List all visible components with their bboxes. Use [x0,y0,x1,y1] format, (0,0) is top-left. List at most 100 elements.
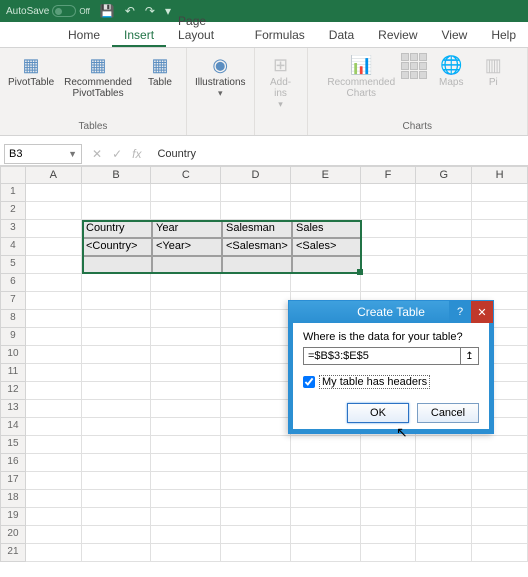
cell[interactable] [26,436,82,454]
row-header[interactable]: 18 [0,490,26,508]
col-header[interactable]: G [416,166,472,184]
cell[interactable] [82,400,152,418]
cell[interactable] [472,508,528,526]
range-selector-button[interactable]: ↥ [461,347,479,365]
cell[interactable] [472,454,528,472]
cell[interactable] [26,526,82,544]
ok-button[interactable]: OK [347,403,409,423]
cell[interactable] [151,400,221,418]
illustrations-button[interactable]: ◉ Illustrations ▾ [191,51,250,101]
cell[interactable] [151,508,221,526]
cell[interactable] [151,184,221,202]
row-header[interactable]: 10 [0,346,26,364]
cell[interactable] [472,184,528,202]
cell[interactable] [26,364,82,382]
chart-type-grid[interactable] [401,51,427,101]
addins-button[interactable]: ⊞ Add- ins ▾ [259,51,303,112]
cell[interactable] [472,472,528,490]
cell[interactable] [361,526,417,544]
cell[interactable] [26,310,82,328]
cell[interactable] [472,274,528,292]
cell[interactable] [416,436,472,454]
cell[interactable] [221,526,291,544]
cell[interactable] [82,364,152,382]
cell[interactable] [26,184,82,202]
cell[interactable] [472,490,528,508]
cell[interactable] [221,328,291,346]
cell[interactable] [151,364,221,382]
cell[interactable] [151,274,221,292]
cell[interactable] [221,508,291,526]
table-button[interactable]: ▦ Table [138,51,182,101]
cell[interactable] [291,472,361,490]
cell[interactable] [361,544,417,562]
cell[interactable] [416,184,472,202]
cell[interactable] [416,508,472,526]
cell[interactable] [291,508,361,526]
cell[interactable] [416,472,472,490]
undo-icon[interactable]: ↶ [125,4,135,18]
cell[interactable] [82,418,152,436]
name-box[interactable]: B3 ▼ [4,144,82,164]
cell[interactable] [26,274,82,292]
tab-data[interactable]: Data [317,24,366,47]
table-cell[interactable] [292,256,362,274]
autosave-toggle[interactable]: AutoSave Off [6,5,90,17]
row-header[interactable]: 15 [0,436,26,454]
cell[interactable] [416,274,472,292]
cell[interactable] [472,256,528,274]
cell[interactable] [151,292,221,310]
cell[interactable] [82,202,152,220]
cell[interactable] [361,202,417,220]
row-header[interactable]: 2 [0,202,26,220]
cell[interactable] [361,508,417,526]
cell[interactable] [221,544,291,562]
cell[interactable] [291,526,361,544]
row-header[interactable]: 20 [0,526,26,544]
cell[interactable] [26,400,82,418]
cell[interactable] [291,490,361,508]
cell[interactable] [416,238,472,256]
col-header[interactable]: A [26,166,82,184]
cell[interactable] [416,220,472,238]
cancel-button[interactable]: Cancel [417,403,479,423]
col-header[interactable]: B [82,166,152,184]
cell[interactable] [221,490,291,508]
pivotchart-button[interactable]: ▥ Pi [475,51,511,101]
cell[interactable] [26,382,82,400]
tab-page-layout[interactable]: Page Layout [166,10,243,47]
cell[interactable] [82,508,152,526]
cell[interactable] [151,544,221,562]
cell[interactable] [26,454,82,472]
cell[interactable] [221,418,291,436]
cell[interactable] [151,418,221,436]
row-header[interactable]: 5 [0,256,26,274]
table-header[interactable]: Country [82,220,152,238]
cell[interactable] [221,364,291,382]
cell[interactable] [221,292,291,310]
tab-review[interactable]: Review [366,24,429,47]
recommended-pivottables-button[interactable]: ▦ Recommended PivotTables [60,51,136,101]
cell[interactable] [82,454,152,472]
col-header[interactable]: F [361,166,417,184]
cell[interactable] [361,454,417,472]
row-header[interactable]: 13 [0,400,26,418]
enter-formula-icon[interactable]: ✓ [112,147,122,161]
dialog-close-button[interactable]: ✕ [471,301,493,323]
cancel-formula-icon[interactable]: ✕ [92,147,102,161]
tab-help[interactable]: Help [479,24,528,47]
cell[interactable] [151,310,221,328]
cell[interactable] [26,490,82,508]
cell[interactable] [82,274,152,292]
redo-icon[interactable]: ↷ [145,4,155,18]
cell[interactable] [361,472,417,490]
tab-home[interactable]: Home [56,24,112,47]
table-header[interactable]: Salesman [222,220,292,238]
fx-icon[interactable]: fx [132,147,141,161]
tab-view[interactable]: View [430,24,480,47]
cell[interactable] [151,454,221,472]
cell[interactable] [82,382,152,400]
cell[interactable] [291,184,361,202]
recommended-charts-button[interactable]: 📊 Recommended Charts [323,51,399,101]
headers-checkbox-label[interactable]: My table has headers [319,375,430,389]
